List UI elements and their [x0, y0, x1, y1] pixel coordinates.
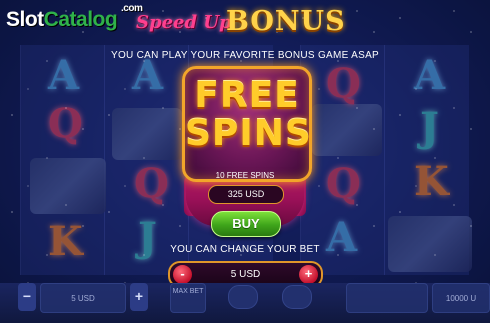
- title-script: Speed Up: [136, 12, 232, 33]
- free-spin-count: 10 FREE SPINS: [215, 171, 275, 180]
- title-main: BONUS: [226, 6, 346, 37]
- free-spins-panel: FREE SPINS: [182, 66, 312, 182]
- change-bet-text: YOU CAN CHANGE YOUR BET: [170, 244, 320, 255]
- spin-button[interactable]: [228, 285, 258, 309]
- balance-display: 10000 U: [432, 283, 490, 313]
- bottom-bet-plus-button[interactable]: +: [130, 283, 148, 311]
- spins-word: SPINS: [185, 113, 312, 154]
- increase-bet-button[interactable]: +: [299, 265, 318, 284]
- decrease-bet-button[interactable]: -: [173, 265, 192, 284]
- free-word: FREE: [194, 75, 300, 116]
- game-screen: A Q K A Q J Q A Q A J K SlotCatalog .com…: [0, 0, 490, 323]
- bottom-bet-display: 5 USD: [40, 283, 126, 313]
- buy-button[interactable]: BUY: [211, 211, 281, 237]
- site-logo: SlotCatalog .com: [6, 3, 143, 31]
- autoplay-button[interactable]: [282, 285, 312, 309]
- max-bet-button[interactable]: MAX BET: [170, 283, 206, 313]
- control-bar: − 5 USD + MAX BET 10000 U: [0, 283, 490, 323]
- bonus-subtitle: YOU CAN PLAY YOUR FAVORITE BONUS GAME AS…: [110, 50, 380, 61]
- bonus-price: 325 USD: [208, 185, 284, 204]
- info-panel: [346, 283, 428, 313]
- bottom-bet-minus-button[interactable]: −: [18, 283, 36, 311]
